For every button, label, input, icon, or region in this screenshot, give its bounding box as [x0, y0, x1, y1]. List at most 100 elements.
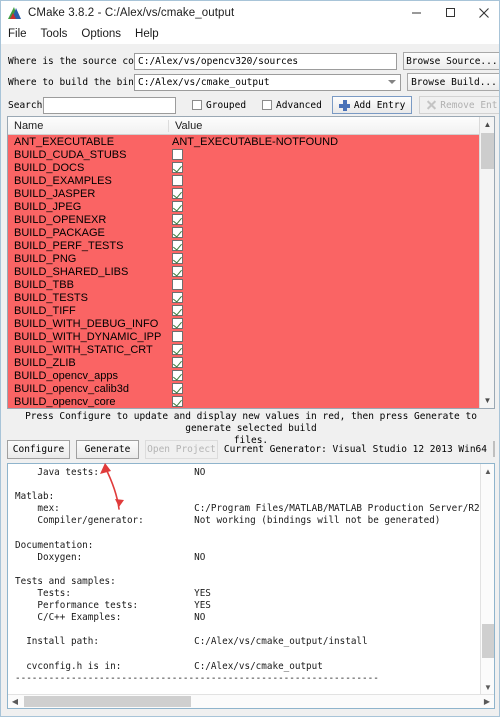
log-scroll-thumb[interactable] — [482, 624, 494, 658]
minimize-button[interactable] — [399, 1, 433, 24]
log-horizontal-scrollbar[interactable]: ◀ ▶ — [8, 694, 494, 708]
cache-entry-value[interactable] — [170, 162, 494, 173]
cache-entry-checkbox[interactable] — [172, 201, 183, 212]
cache-entry-value[interactable] — [170, 344, 494, 355]
table-row[interactable]: BUILD_TESTS — [8, 291, 494, 304]
browse-source-button[interactable]: Browse Source... — [402, 52, 499, 70]
log-scroll-down-icon[interactable]: ▼ — [481, 680, 494, 694]
cache-entry-value[interactable] — [170, 370, 494, 381]
cache-entry-checkbox[interactable] — [172, 318, 183, 329]
cache-entry-checkbox[interactable] — [172, 344, 183, 355]
cache-entry-name: BUILD_PACKAGE — [14, 226, 105, 239]
cache-entry-value[interactable] — [170, 188, 494, 199]
cache-entry-value[interactable] — [170, 305, 494, 316]
cache-entry-value[interactable] — [170, 279, 494, 290]
grouped-checkbox[interactable]: Grouped — [192, 100, 246, 111]
menu-item-file[interactable]: File — [8, 28, 27, 40]
cache-entry-checkbox[interactable] — [172, 214, 183, 225]
cache-entry-value[interactable] — [170, 201, 494, 212]
advanced-checkbox[interactable]: Advanced — [262, 100, 322, 111]
cache-entry-checkbox[interactable] — [172, 305, 183, 316]
table-row[interactable]: BUILD_PACKAGE — [8, 226, 494, 239]
build-binaries-combo[interactable]: C:/Alex/vs/cmake_output — [134, 73, 401, 91]
cache-entry-checkbox[interactable] — [172, 279, 183, 290]
column-header-name[interactable]: Name — [8, 120, 168, 132]
cache-entry-checkbox[interactable] — [172, 188, 183, 199]
chevron-down-icon[interactable] — [387, 80, 396, 84]
cache-entry-value[interactable] — [170, 383, 494, 394]
cache-entry-value[interactable] — [170, 292, 494, 303]
cache-entry-value[interactable] — [170, 149, 494, 160]
scroll-down-icon[interactable]: ▼ — [480, 393, 494, 408]
cache-entry-value[interactable] — [170, 331, 494, 342]
cache-entry-checkbox[interactable] — [172, 383, 183, 394]
generate-button[interactable]: Generate — [76, 439, 139, 459]
table-row[interactable]: BUILD_DOCS — [8, 161, 494, 174]
close-button[interactable] — [467, 1, 499, 24]
add-entry-button[interactable]: Add Entry — [331, 96, 413, 114]
cache-entry-checkbox[interactable] — [172, 357, 183, 368]
cache-entry-value[interactable] — [170, 240, 494, 251]
cache-entry-checkbox[interactable] — [172, 162, 183, 173]
log-scroll-up-icon[interactable]: ▲ — [481, 464, 494, 478]
build-binaries-label: Where to build the binaries: — [8, 76, 169, 88]
output-log-text[interactable]: Java tests: NO Matlab: mex: C:/Program F… — [15, 467, 494, 708]
cache-entry-checkbox[interactable] — [172, 370, 183, 381]
cache-entry-checkbox[interactable] — [172, 175, 183, 186]
log-scroll-left-icon[interactable]: ◀ — [8, 695, 22, 708]
table-row[interactable]: BUILD_WITH_DEBUG_INFO — [8, 317, 494, 330]
cache-entry-value[interactable]: ANT_EXECUTABLE-NOTFOUND — [170, 136, 494, 148]
table-row[interactable]: BUILD_TBB — [8, 278, 494, 291]
table-row[interactable]: BUILD_opencv_core — [8, 395, 494, 408]
cache-entry-checkbox[interactable] — [172, 396, 183, 407]
cache-entry-value[interactable] — [170, 175, 494, 186]
cache-entry-checkbox[interactable] — [172, 331, 183, 342]
table-row[interactable]: BUILD_WITH_STATIC_CRT — [8, 343, 494, 356]
cache-entry-value[interactable] — [170, 266, 494, 277]
table-row[interactable]: BUILD_TIFF — [8, 304, 494, 317]
table-row[interactable]: BUILD_CUDA_STUBS — [8, 148, 494, 161]
search-input[interactable] — [43, 96, 176, 114]
cache-entry-checkbox[interactable] — [172, 292, 183, 303]
table-row[interactable]: BUILD_opencv_apps — [8, 369, 494, 382]
cache-entry-name: BUILD_WITH_DYNAMIC_IPP — [14, 330, 162, 343]
table-row[interactable]: BUILD_ZLIB — [8, 356, 494, 369]
table-row[interactable]: BUILD_JPEG — [8, 200, 494, 213]
cache-entry-value[interactable] — [170, 357, 494, 368]
table-row[interactable]: BUILD_PERF_TESTS — [8, 239, 494, 252]
menu-item-help[interactable]: Help — [135, 28, 159, 40]
browse-build-button[interactable]: Browse Build... — [406, 73, 499, 91]
menu-item-tools[interactable]: Tools — [41, 28, 68, 40]
cache-entry-value[interactable] — [170, 227, 494, 238]
cache-scroll-thumb[interactable] — [481, 133, 494, 169]
cache-entry-checkbox[interactable] — [172, 149, 183, 160]
cache-entry-value[interactable] — [170, 396, 494, 407]
cache-entry-checkbox[interactable] — [172, 227, 183, 238]
grouped-checkbox-box[interactable] — [192, 100, 202, 110]
table-row[interactable]: ANT_EXECUTABLE ANT_EXECUTABLE-NOTFOUND — [8, 135, 494, 148]
cache-entry-checkbox[interactable] — [172, 253, 183, 264]
configure-button[interactable]: Configure — [7, 439, 70, 459]
cache-entry-value[interactable] — [170, 253, 494, 264]
cache-vertical-scrollbar[interactable]: ▲ ▼ — [479, 117, 494, 408]
cache-entry-value[interactable] — [170, 214, 494, 225]
cache-entry-checkbox[interactable] — [172, 266, 183, 277]
maximize-button[interactable] — [433, 1, 467, 24]
table-row[interactable]: BUILD_JASPER — [8, 187, 494, 200]
column-header-value[interactable]: Value — [168, 119, 494, 132]
cache-entry-checkbox[interactable] — [172, 240, 183, 251]
advanced-checkbox-box[interactable] — [262, 100, 273, 110]
table-row[interactable]: BUILD_opencv_calib3d — [8, 382, 494, 395]
source-code-input[interactable]: C:/Alex/vs/opencv320/sources — [134, 52, 397, 70]
log-hscroll-thumb[interactable] — [24, 696, 191, 707]
table-row[interactable]: BUILD_WITH_DYNAMIC_IPP — [8, 330, 494, 343]
log-vertical-scrollbar[interactable]: ▲ ▼ — [480, 464, 494, 694]
scroll-up-icon[interactable]: ▲ — [480, 117, 494, 132]
table-row[interactable]: BUILD_EXAMPLES — [8, 174, 494, 187]
cache-entry-value[interactable] — [170, 318, 494, 329]
table-row[interactable]: BUILD_PNG — [8, 252, 494, 265]
table-row[interactable]: BUILD_SHARED_LIBS — [8, 265, 494, 278]
menu-item-options[interactable]: Options — [81, 28, 121, 40]
table-row[interactable]: BUILD_OPENEXR — [8, 213, 494, 226]
log-scroll-right-icon[interactable]: ▶ — [480, 695, 494, 708]
